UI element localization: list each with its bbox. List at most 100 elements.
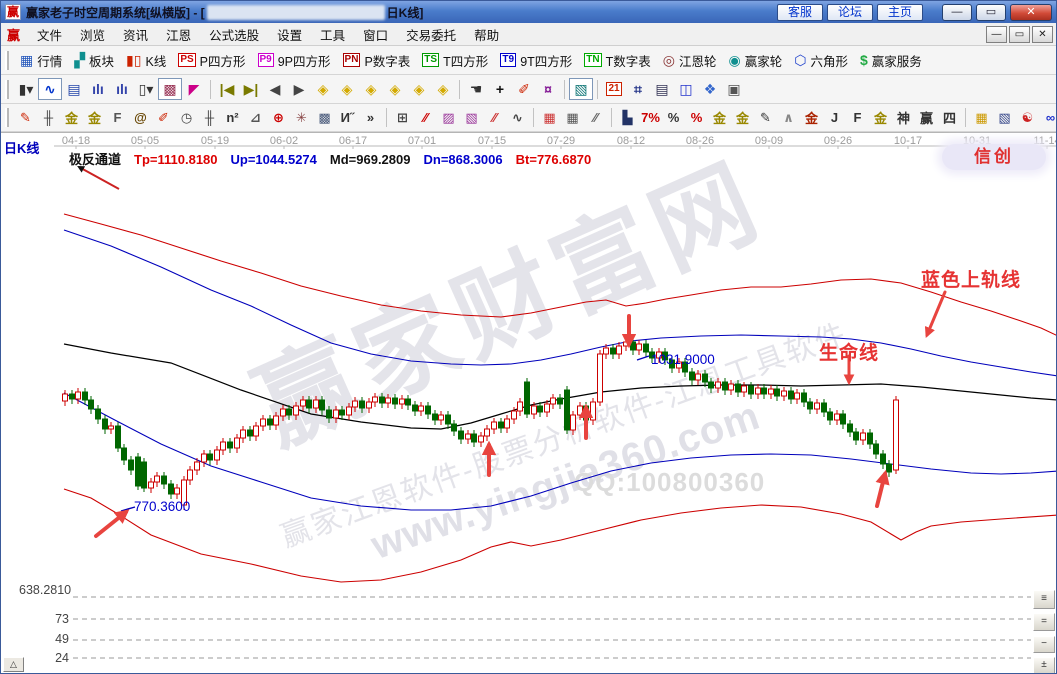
column-stat-button[interactable]: ▙ (616, 107, 639, 129)
toolbar-grip[interactable] (5, 51, 9, 70)
chart-canvas[interactable] (1, 133, 1057, 674)
titlebar-link-0[interactable]: 客服 (777, 4, 823, 21)
calculator-button[interactable]: ⌗ (626, 78, 650, 100)
diamond-compress-button[interactable]: ◈ (383, 78, 407, 100)
t-table-button[interactable]: TNT数字表 (578, 51, 656, 70)
j-angle-button[interactable]: J (823, 107, 846, 129)
export-button[interactable]: ❖ (698, 78, 722, 100)
candle-style-button[interactable]: ▮▾ (14, 78, 38, 100)
pct7-button[interactable]: 7% (639, 107, 662, 129)
menu-item-交易委托[interactable]: 交易委托 (397, 22, 465, 47)
bars-3-button[interactable]: ılı (86, 78, 110, 100)
toolbar-grip[interactable] (5, 80, 9, 99)
diamond-left-button[interactable]: ◈ (311, 78, 335, 100)
pattern-button[interactable]: ▩ (158, 78, 182, 100)
mdi-restore-button[interactable]: ▭ (1009, 26, 1030, 43)
hatch2-button[interactable]: ╫ (198, 107, 221, 129)
f-line-button[interactable]: F (106, 107, 129, 129)
grid-frame-button[interactable]: ▦ (561, 107, 584, 129)
wave-line-button[interactable]: ∿ (506, 107, 529, 129)
menu-item-帮助[interactable]: 帮助 (465, 22, 508, 47)
grid-gold-button[interactable]: ▦ (970, 107, 993, 129)
t-square-button[interactable]: TST四方形 (416, 51, 494, 70)
angle-mirror-button[interactable]: ⊿ (244, 107, 267, 129)
fan-lines-button[interactable]: ∕∕ (414, 107, 437, 129)
web-box-button[interactable]: ▩ (313, 107, 336, 129)
titlebar-link-2[interactable]: 主页 (877, 4, 923, 21)
si-angle-button[interactable]: 四 (938, 107, 961, 129)
9p-square-button[interactable]: P99P四方形 (252, 51, 337, 70)
pane-split-2-button[interactable]: = (1033, 613, 1055, 631)
hand-button[interactable]: ☚ (464, 78, 488, 100)
menu-item-江恩[interactable]: 江恩 (157, 22, 200, 47)
zigzag-button[interactable]: ∿ (38, 78, 62, 100)
mdi-close-button[interactable]: ✕ (1032, 26, 1053, 43)
maximize-button[interactable]: ▭ (976, 4, 1006, 21)
calendar-button[interactable]: 21 (602, 78, 626, 100)
winner-service-button[interactable]: $赢家服务 (854, 51, 928, 70)
diamond-hsplit-button[interactable]: ◈ (359, 78, 383, 100)
mdi-minimize-button[interactable]: — (986, 26, 1007, 43)
grid-red-button[interactable]: ▦ (538, 107, 561, 129)
p-square-button[interactable]: PSP四方形 (172, 51, 251, 70)
diamond-full-button[interactable]: ◈ (431, 78, 455, 100)
gold-red-button[interactable]: 金 (800, 107, 823, 129)
yin-yang-button[interactable]: ☯ (1016, 107, 1039, 129)
memo-button[interactable]: ▤ (650, 78, 674, 100)
save-button[interactable]: ◫ (674, 78, 698, 100)
target-button[interactable]: ⊕ (267, 107, 290, 129)
eraser-pen-button[interactable]: ✐ (512, 78, 536, 100)
order-note-button[interactable]: ▤ (62, 78, 86, 100)
menu-item-工具[interactable]: 工具 (311, 22, 354, 47)
wave-a-button[interactable]: ∧ (777, 107, 800, 129)
kline-button[interactable]: ▮▯K线 (120, 51, 172, 70)
gold-angle-button[interactable]: 金 (869, 107, 892, 129)
volume-flag-button[interactable]: ◤ (182, 78, 206, 100)
box-select-button[interactable]: ⊞ (391, 107, 414, 129)
spiral-button[interactable]: @ (129, 107, 152, 129)
bars-9-button[interactable]: ılı (110, 78, 134, 100)
gann-gate2-button[interactable]: 金 (83, 107, 106, 129)
nav-last-button[interactable]: ▶| (239, 78, 263, 100)
crosshair-button[interactable]: + (488, 78, 512, 100)
gold-ring-button[interactable]: 金 (708, 107, 731, 129)
sectors-button[interactable]: ▞板块 (68, 51, 120, 70)
infinity-button[interactable]: ∞ (1039, 107, 1056, 129)
quotes-button[interactable]: ▦行情 (14, 51, 68, 70)
fan-box-button[interactable]: ▨ (437, 107, 460, 129)
print-button[interactable]: ▣ (722, 78, 746, 100)
measure-button[interactable]: ¤ (536, 78, 560, 100)
p-table-button[interactable]: PNP数字表 (337, 51, 417, 70)
titlebar-link-1[interactable]: 论坛 (827, 4, 873, 21)
trend-frame-button[interactable]: ▧ (993, 107, 1016, 129)
web-button[interactable]: ✳ (290, 107, 313, 129)
9t-square-button[interactable]: T99T四方形 (494, 51, 578, 70)
menu-item-资讯[interactable]: 资讯 (114, 22, 157, 47)
diamond-expand-button[interactable]: ◈ (407, 78, 431, 100)
chart-pane[interactable]: 赢家财富网 赢家江恩软件-股票分析软件-江恩工具软件 www.yingjia36… (1, 132, 1057, 674)
minimize-button[interactable]: — (942, 4, 972, 21)
grid-hatch-button[interactable]: ╫ (37, 107, 60, 129)
win-angle-button[interactable]: 赢 (915, 107, 938, 129)
gann-gate-button[interactable]: 金 (60, 107, 83, 129)
menu-item-浏览[interactable]: 浏览 (71, 22, 114, 47)
pane-axis-button[interactable]: ± (1033, 657, 1055, 674)
f-angle-button[interactable]: F (846, 107, 869, 129)
pct-button[interactable]: % (662, 107, 685, 129)
menu-item-文件[interactable]: 文件 (28, 22, 71, 47)
more-chevron-button[interactable]: » (359, 107, 382, 129)
winner-wheel-button[interactable]: ◉赢家轮 (723, 51, 789, 70)
n-square-button[interactable]: n² (221, 107, 244, 129)
nav-next-button[interactable]: ▶ (287, 78, 311, 100)
pct-line-button[interactable]: % (685, 107, 708, 129)
draw-pen-button[interactable]: ✎ (14, 107, 37, 129)
menu-item-公式选股[interactable]: 公式选股 (200, 22, 268, 47)
shen-angle-button[interactable]: 神 (892, 107, 915, 129)
gold-bar-button[interactable]: 金 (731, 107, 754, 129)
slash-lines-button[interactable]: ∕∕ (584, 107, 607, 129)
nav-prev-button[interactable]: ◀ (263, 78, 287, 100)
pane-split-3-button[interactable]: ≡ (1033, 590, 1055, 609)
candle-type-button[interactable]: ▯▾ (134, 78, 158, 100)
mark-pen-button[interactable]: ✐ (152, 107, 175, 129)
expand-pane-button[interactable]: △ (3, 657, 24, 672)
